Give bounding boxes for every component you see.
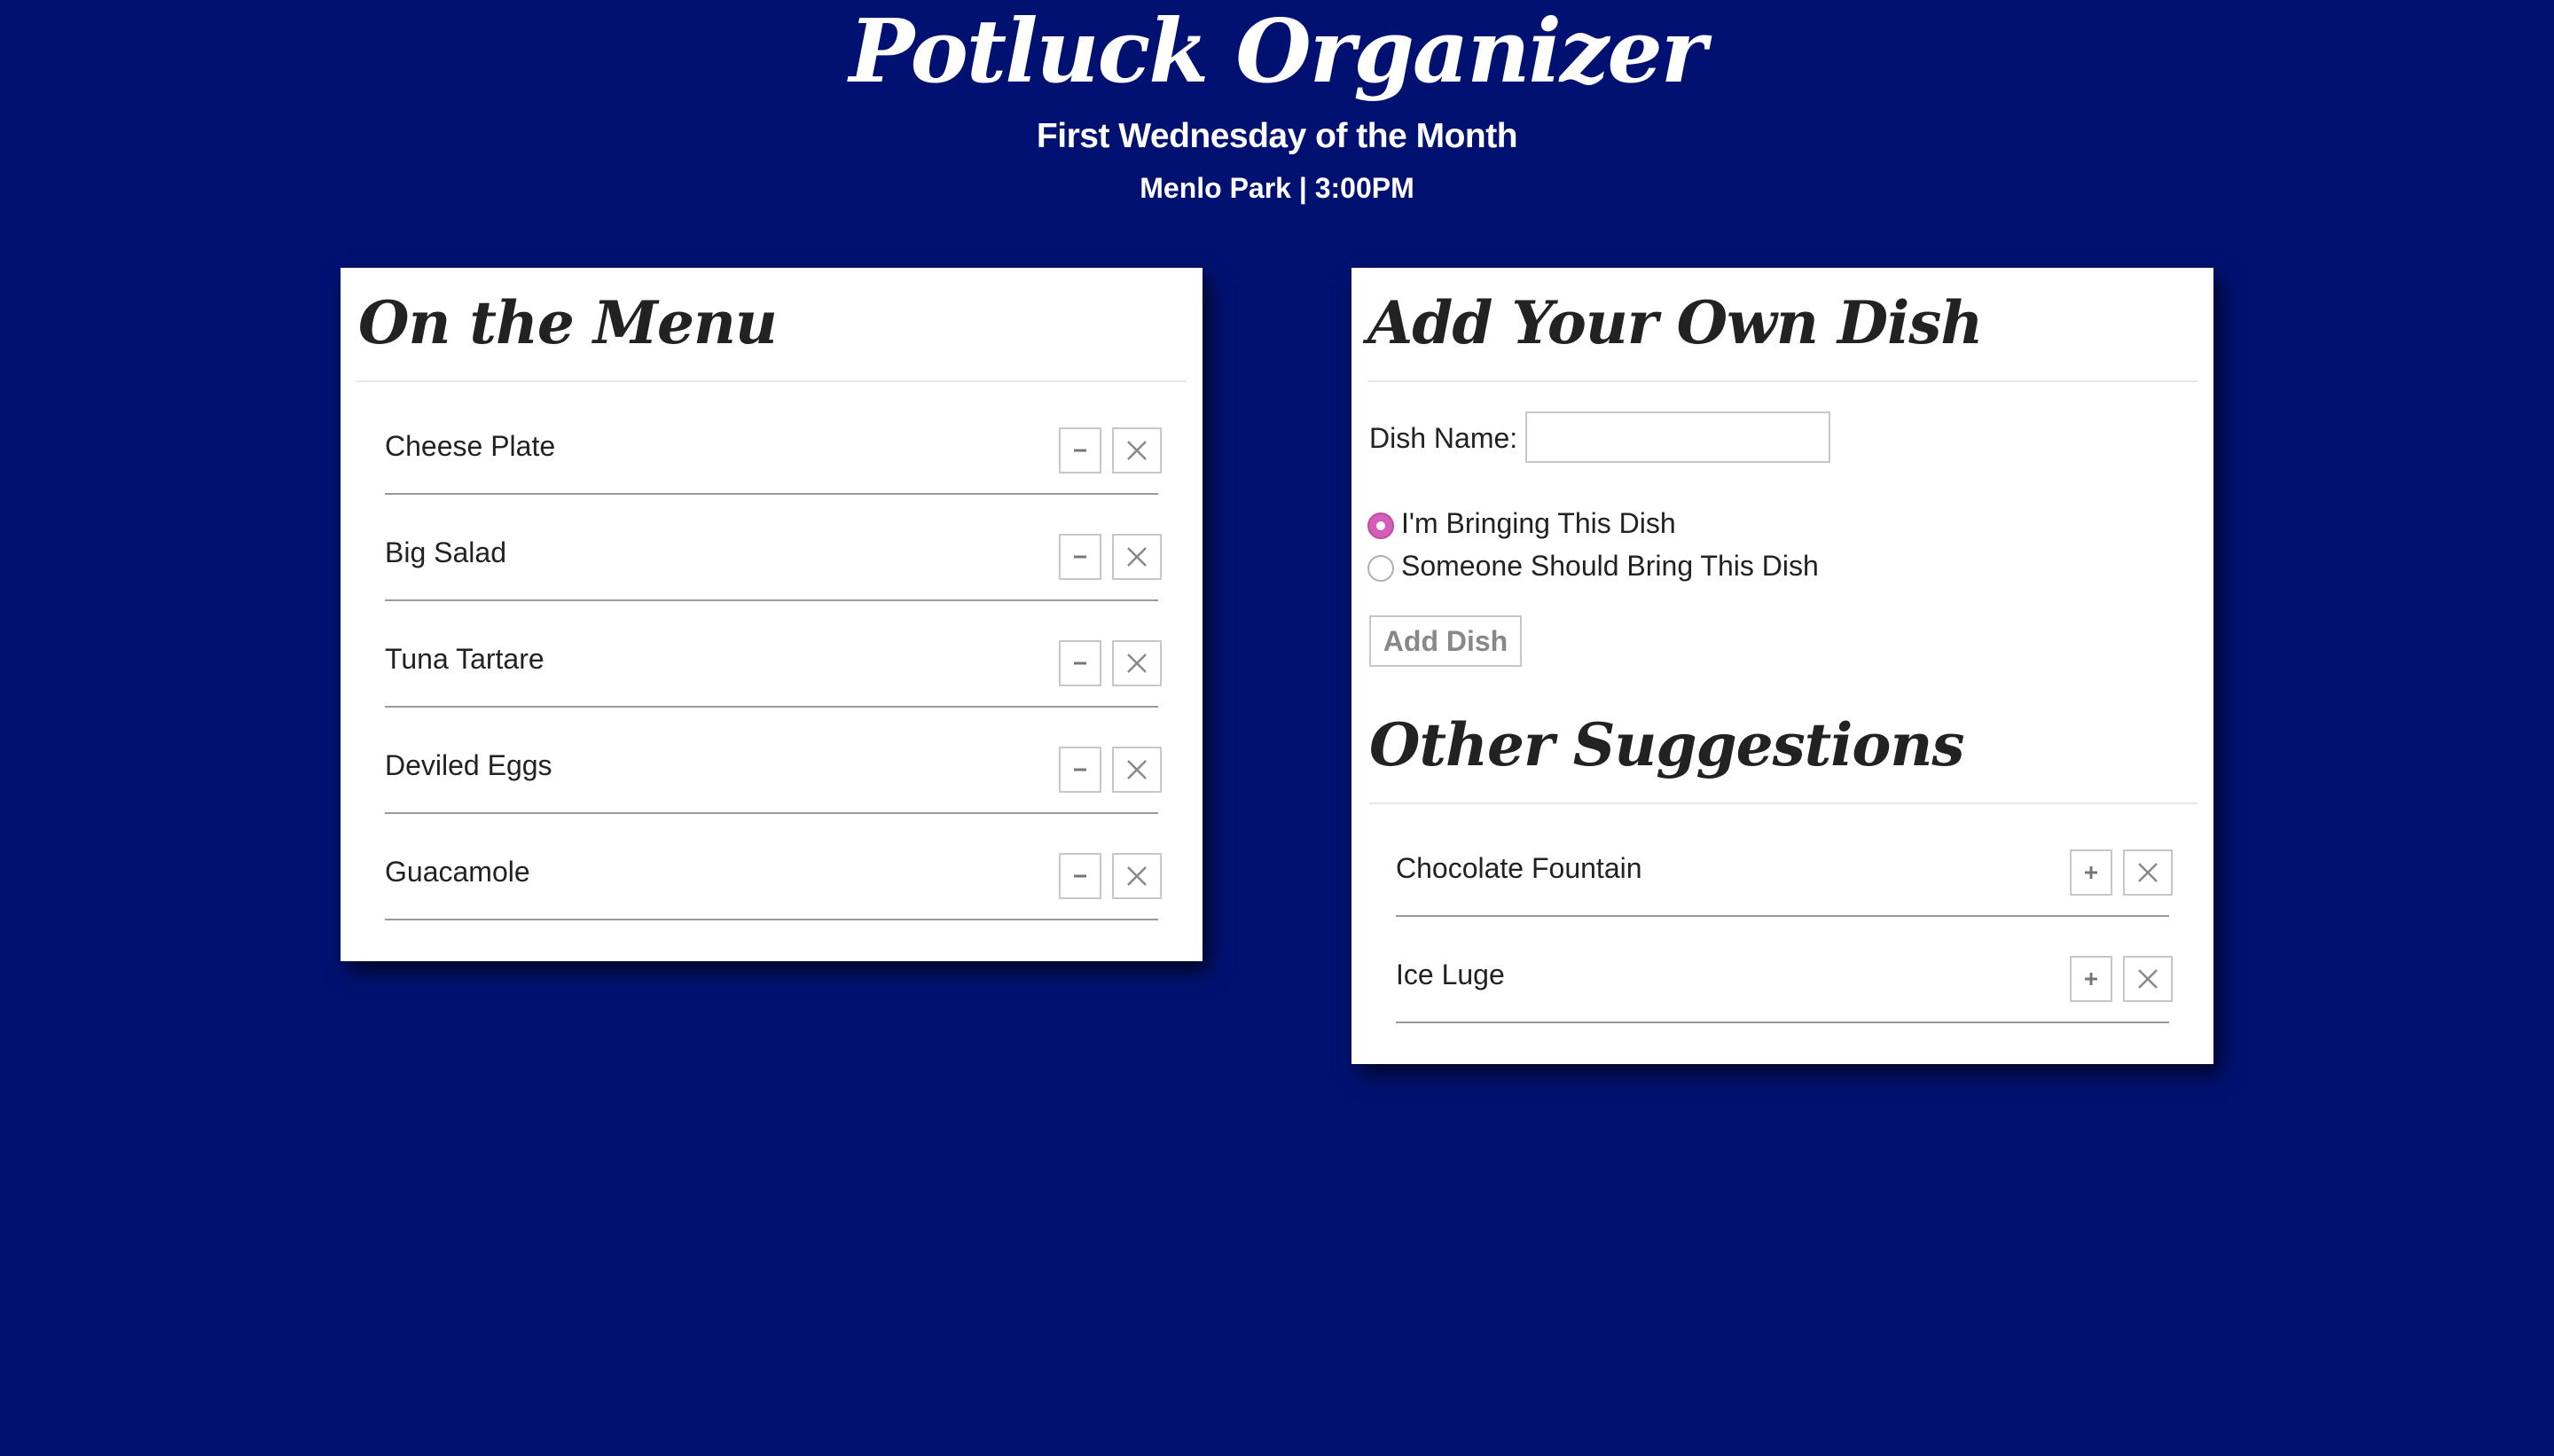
add-dish-panel: Add Your Own Dish Dish Name: I'm Bringin… — [1351, 268, 2213, 1064]
delete-dish-button[interactable] — [1112, 853, 1162, 899]
delete-suggestion-button[interactable] — [2123, 849, 2173, 896]
delete-dish-button[interactable] — [1112, 747, 1162, 793]
someone-should-bring-label[interactable]: Someone Should Bring This Dish — [1401, 546, 1819, 585]
add-dish-divider — [1367, 380, 2198, 382]
remove-from-menu-button[interactable] — [1059, 853, 1101, 899]
remove-from-menu-button[interactable] — [1059, 427, 1101, 474]
delete-dish-button[interactable] — [1112, 427, 1162, 474]
close-icon — [1127, 654, 1147, 673]
plus-icon — [2085, 973, 2097, 985]
suggestions-heading: Other Suggestions — [1369, 710, 1965, 779]
close-icon — [1127, 547, 1147, 567]
close-icon — [2138, 969, 2158, 989]
delete-dish-button[interactable] — [1112, 640, 1162, 686]
menu-item-name: Tuna Tartare — [385, 643, 544, 675]
menu-heading: On the Menu — [358, 288, 778, 357]
remove-from-menu-button[interactable] — [1059, 640, 1101, 686]
suggestion-item-name: Chocolate Fountain — [1396, 852, 1642, 884]
plus-icon — [2085, 866, 2097, 879]
delete-dish-button[interactable] — [1112, 534, 1162, 580]
menu-item-name: Big Salad — [385, 536, 506, 568]
menu-item-name: Guacamole — [385, 856, 530, 888]
dish-name-input[interactable] — [1525, 411, 1830, 463]
remove-from-menu-button[interactable] — [1059, 747, 1101, 793]
minus-icon — [1074, 874, 1086, 878]
close-icon — [2138, 863, 2158, 882]
suggestion-item-name: Ice Luge — [1396, 959, 1505, 990]
menu-item: Guacamole — [385, 846, 1162, 920]
add-dish-heading: Add Your Own Dish — [1367, 288, 1983, 357]
minus-icon — [1074, 555, 1086, 559]
menu-item: Cheese Plate — [385, 420, 1162, 495]
close-icon — [1127, 760, 1147, 779]
menu-item-name: Cheese Plate — [385, 430, 556, 462]
bringing-dish-label[interactable]: I'm Bringing This Dish — [1401, 504, 1676, 543]
menu-item-name: Deviled Eggs — [385, 749, 552, 781]
menu-item: Deviled Eggs — [385, 740, 1162, 814]
menu-item: Big Salad — [385, 527, 1162, 601]
menu-divider — [356, 380, 1187, 382]
minus-icon — [1074, 768, 1086, 771]
add-dish-button[interactable]: Add Dish — [1369, 615, 1522, 667]
add-to-menu-button[interactable] — [2070, 849, 2112, 896]
delete-suggestion-button[interactable] — [2123, 956, 2173, 1002]
dish-name-label: Dish Name: — [1369, 422, 1518, 454]
someone-should-bring-radio[interactable] — [1367, 555, 1394, 582]
add-to-menu-button[interactable] — [2070, 956, 2112, 1002]
page-subtitle: First Wednesday of the Month — [1036, 117, 1518, 155]
menu-panel: On the Menu Cheese Plate Big Salad Tuna … — [341, 268, 1203, 961]
event-location: Menlo Park | 3:00PM — [1140, 172, 1414, 204]
remove-from-menu-button[interactable] — [1059, 534, 1101, 580]
close-icon — [1127, 441, 1147, 460]
suggestion-item: Ice Luge — [1396, 949, 2173, 1023]
suggestions-divider — [1369, 802, 2198, 804]
suggestion-item: Chocolate Fountain — [1396, 842, 2173, 917]
bringing-dish-radio[interactable] — [1367, 513, 1394, 539]
minus-icon — [1074, 661, 1086, 665]
page-title: Potluck Organizer — [849, 1, 1707, 103]
menu-item: Tuna Tartare — [385, 633, 1162, 708]
close-icon — [1127, 866, 1147, 886]
minus-icon — [1074, 449, 1086, 452]
